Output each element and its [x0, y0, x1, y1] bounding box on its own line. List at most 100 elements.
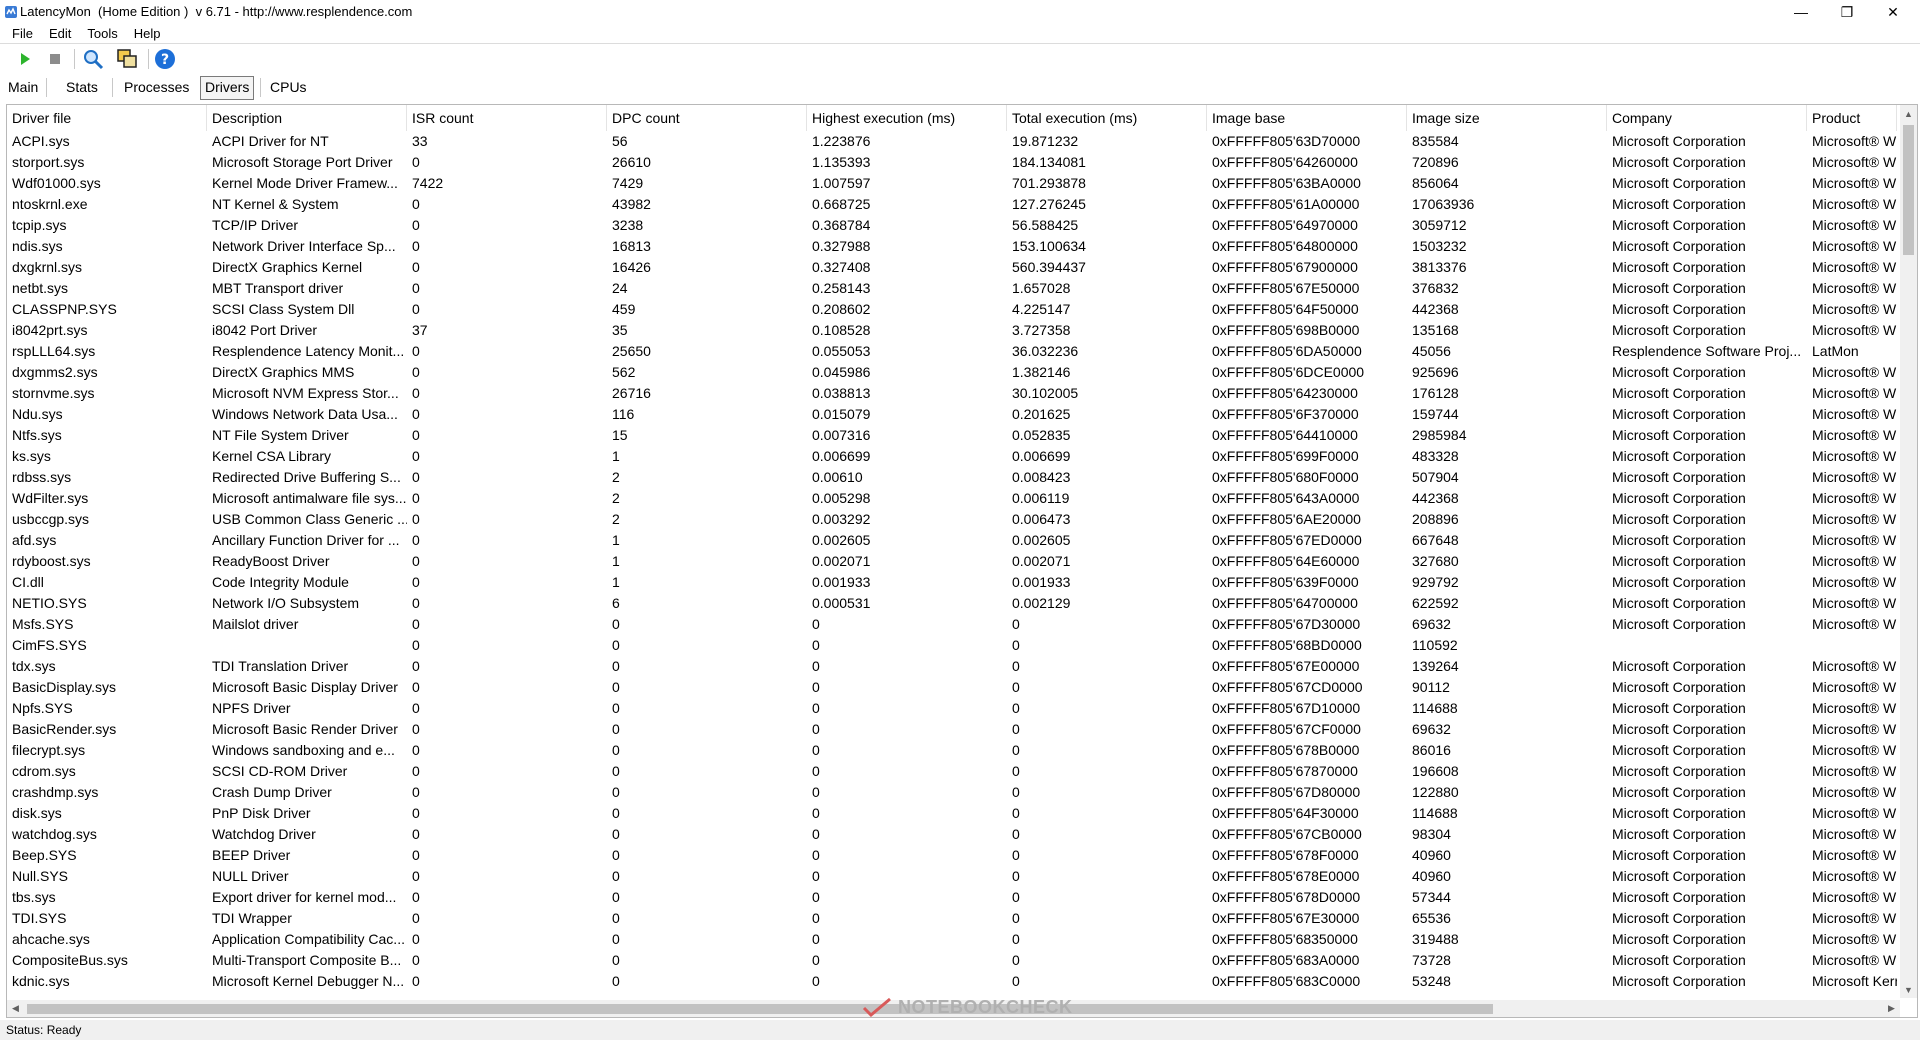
- header-driver-file[interactable]: Driver file: [7, 105, 207, 131]
- col-product-cell: Microsoft® W: [1812, 889, 1897, 905]
- table-row[interactable]: Null.SYS NULL Driver 0 0 0 0 0xFFFFF805'678E00…: [7, 866, 1897, 887]
- drivers-list[interactable]: Driver file Description ISR count DPC count…: [6, 104, 1918, 1018]
- tab-cpus[interactable]: CPUs: [266, 76, 311, 98]
- table-row[interactable]: kdnic.sys Microsoft Kernel Debugger N... 0…: [7, 971, 1897, 992]
- table-row[interactable]: ACPI.sys ACPI Driver for NT 33 56 1.223876 19…: [7, 131, 1897, 152]
- table-row[interactable]: i8042prt.sys i8042 Port Driver 37 35 0.10852…: [7, 320, 1897, 341]
- header-total-execution[interactable]: Total execution (ms): [1007, 105, 1207, 131]
- start-button[interactable]: [12, 47, 38, 71]
- scroll-left-icon[interactable]: ◀: [7, 1000, 24, 1017]
- col-image-size-cell: 45056: [1412, 343, 1451, 359]
- scroll-up-icon[interactable]: ▲: [1900, 105, 1917, 122]
- table-row[interactable]: WdFilter.sys Microsoft antimalware file s…: [7, 488, 1897, 509]
- close-button[interactable]: ✕: [1870, 0, 1916, 24]
- table-row[interactable]: CompositeBus.sys Multi-Transport Composit…: [7, 950, 1897, 971]
- table-row[interactable]: BasicDisplay.sys Microsoft Basic Display …: [7, 677, 1897, 698]
- windows-button[interactable]: [114, 47, 140, 71]
- header-image-base[interactable]: Image base: [1207, 105, 1407, 131]
- col-total-execution-cell: 4.225147: [1012, 301, 1071, 317]
- table-row[interactable]: NETIO.SYS Network I/O Subsystem 0 6 0.000531…: [7, 593, 1897, 614]
- table-row[interactable]: ks.sys Kernel CSA Library 0 1 0.006699 0.0066…: [7, 446, 1897, 467]
- find-button[interactable]: [80, 47, 106, 71]
- tab-processes[interactable]: Processes: [120, 76, 193, 98]
- table-row[interactable]: watchdog.sys Watchdog Driver 0 0 0 0 0xFFFFF80…: [7, 824, 1897, 845]
- col-driver-file-cell: CI.dll: [12, 574, 44, 590]
- table-row[interactable]: storport.sys Microsoft Storage Port Drive…: [7, 152, 1897, 173]
- table-row[interactable]: tbs.sys Export driver for kernel mod... 0 0…: [7, 887, 1897, 908]
- tab-drivers[interactable]: Drivers: [200, 76, 255, 100]
- col-driver-file-cell: CompositeBus.sys: [12, 952, 128, 968]
- restore-button[interactable]: ❐: [1824, 0, 1870, 24]
- table-row[interactable]: rdyboost.sys ReadyBoost Driver 0 1 0.002071 0…: [7, 551, 1897, 572]
- col-driver-file-cell: Npfs.SYS: [12, 700, 73, 716]
- header-product[interactable]: Product: [1807, 105, 1897, 131]
- table-row[interactable]: Wdf01000.sys Kernel Mode Driver Framew...…: [7, 173, 1897, 194]
- menu-edit[interactable]: Edit: [39, 24, 77, 44]
- table-row[interactable]: rdbss.sys Redirected Drive Buffering S...…: [7, 467, 1897, 488]
- col-dpc-count-cell: 0: [612, 784, 620, 800]
- col-isr-count-cell: 0: [412, 889, 420, 905]
- table-row[interactable]: ntoskrnl.exe NT Kernel & System 0 43982 0.66…: [7, 194, 1897, 215]
- header-dpc-count[interactable]: DPC count: [607, 105, 807, 131]
- col-dpc-count-cell: 0: [612, 973, 620, 989]
- table-row[interactable]: tdx.sys TDI Translation Driver 0 0 0 0 0xFFFFF…: [7, 656, 1897, 677]
- table-row[interactable]: BasicRender.sys Microsoft Basic Render Dr…: [7, 719, 1897, 740]
- table-row[interactable]: crashdmp.sys Crash Dump Driver 0 0 0 0 0xFFFFF…: [7, 782, 1897, 803]
- header-isr-count[interactable]: ISR count: [407, 105, 607, 131]
- scroll-down-icon[interactable]: ▼: [1900, 981, 1917, 998]
- horizontal-scroll-thumb[interactable]: [27, 1004, 1493, 1014]
- table-row[interactable]: afd.sys Ancillary Function Driver for ...…: [7, 530, 1897, 551]
- table-row[interactable]: CLASSPNP.SYS SCSI Class System Dll 0 459 0.2…: [7, 299, 1897, 320]
- stop-button[interactable]: [42, 47, 68, 71]
- col-image-base-cell: 0xFFFFF805'64E60000: [1212, 553, 1360, 569]
- col-image-base-cell: 0xFFFFF805'68350000: [1212, 931, 1358, 947]
- table-row[interactable]: filecrypt.sys Windows sandboxing and e...…: [7, 740, 1897, 761]
- header-highest-execution[interactable]: Highest execution (ms): [807, 105, 1007, 131]
- table-row[interactable]: ndis.sys Network Driver Interface Sp... 0 1…: [7, 236, 1897, 257]
- menu-file[interactable]: File: [0, 24, 39, 44]
- table-row[interactable]: TDI.SYS TDI Wrapper 0 0 0 0 0xFFFFF805'67E3000…: [7, 908, 1897, 929]
- col-total-execution-cell: 0.006473: [1012, 511, 1071, 527]
- menu-help[interactable]: Help: [124, 24, 167, 44]
- table-row[interactable]: disk.sys PnP Disk Driver 0 0 0 0 0xFFFFF805'64…: [7, 803, 1897, 824]
- table-row[interactable]: Npfs.SYS NPFS Driver 0 0 0 0 0xFFFFF805'67D100…: [7, 698, 1897, 719]
- col-company-cell: Microsoft Corporation: [1612, 868, 1746, 884]
- table-row[interactable]: Ndu.sys Windows Network Data Usa... 0 116 0.…: [7, 404, 1897, 425]
- col-image-size-cell: 483328: [1412, 448, 1459, 464]
- table-row[interactable]: CimFS.SYS 0 0 0 0 0xFFFFF805'68BD0000 110592: [7, 635, 1897, 656]
- table-row[interactable]: Ntfs.sys NT File System Driver 0 15 0.007316…: [7, 425, 1897, 446]
- table-row[interactable]: stornvme.sys Microsoft NVM Express Stor..…: [7, 383, 1897, 404]
- col-dpc-count-cell: 0: [612, 721, 620, 737]
- tab-main[interactable]: Main: [4, 76, 42, 98]
- col-highest-execution-cell: 1.223876: [812, 133, 871, 149]
- help-button[interactable]: ?: [152, 47, 178, 71]
- minimize-button[interactable]: —: [1778, 0, 1824, 24]
- menu-tools[interactable]: Tools: [77, 24, 123, 44]
- col-total-execution-cell: 0.002129: [1012, 595, 1071, 611]
- table-row[interactable]: Msfs.SYS Mailslot driver 0 0 0 0 0xFFFFF805'67…: [7, 614, 1897, 635]
- table-row[interactable]: Beep.SYS BEEP Driver 0 0 0 0 0xFFFFF805'678F00…: [7, 845, 1897, 866]
- header-description[interactable]: Description: [207, 105, 407, 131]
- table-row[interactable]: usbccgp.sys USB Common Class Generic ... 0…: [7, 509, 1897, 530]
- table-row[interactable]: cdrom.sys SCSI CD-ROM Driver 0 0 0 0 0xFFFFF80…: [7, 761, 1897, 782]
- table-row[interactable]: ahcache.sys Application Compatibility Cac…: [7, 929, 1897, 950]
- scroll-right-icon[interactable]: ▶: [1883, 1000, 1900, 1017]
- col-isr-count-cell: 0: [412, 280, 420, 296]
- table-row[interactable]: netbt.sys MBT Transport driver 0 24 0.258143…: [7, 278, 1897, 299]
- col-highest-execution-cell: 0: [812, 868, 820, 884]
- app-icon: [4, 5, 18, 19]
- tab-stats[interactable]: Stats: [62, 76, 102, 98]
- table-row[interactable]: CI.dll Code Integrity Module 0 1 0.001933 0.0…: [7, 572, 1897, 593]
- col-product-cell: [1807, 635, 1897, 656]
- header-image-size[interactable]: Image size: [1407, 105, 1607, 131]
- col-company-cell: Microsoft Corporation: [1612, 427, 1746, 443]
- table-row[interactable]: rspLLL64.sys Resplendence Latency Monit..…: [7, 341, 1897, 362]
- table-row[interactable]: dxgkrnl.sys DirectX Graphics Kernel 0 16426…: [7, 257, 1897, 278]
- col-driver-file-cell: ACPI.sys: [12, 133, 70, 149]
- col-dpc-count-cell: 25650: [612, 343, 651, 359]
- vertical-scrollbar[interactable]: ▲ ▼: [1900, 105, 1917, 998]
- table-row[interactable]: tcpip.sys TCP/IP Driver 0 3238 0.368784 56.58…: [7, 215, 1897, 236]
- vertical-scroll-thumb[interactable]: [1903, 125, 1914, 255]
- table-row[interactable]: dxgmms2.sys DirectX Graphics MMS 0 562 0.045…: [7, 362, 1897, 383]
- header-company[interactable]: Company: [1607, 105, 1807, 131]
